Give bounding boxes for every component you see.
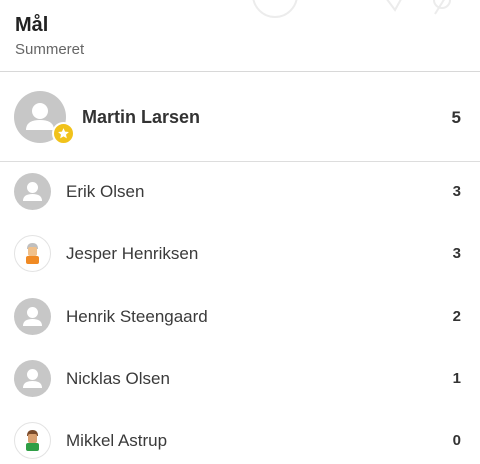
list-item[interactable]: Mikkel Astrup 0 [0, 410, 480, 464]
default-avatar-icon [14, 298, 51, 335]
player-name: Nicklas Olsen [66, 369, 170, 388]
player-value: 3 [452, 183, 461, 200]
player-value: 3 [452, 245, 461, 262]
player-name: Henrik Steengaard [66, 307, 208, 326]
list-item[interactable]: Henrik Steengaard 2 [0, 286, 480, 348]
header-divider [0, 71, 480, 72]
player-value: 0 [452, 432, 461, 449]
default-avatar-icon [14, 360, 51, 397]
list-item[interactable]: Nicklas Olsen 1 [0, 348, 480, 410]
top-scorer-row[interactable]: Martin Larsen 5 [0, 73, 480, 161]
player-name: Jesper Henriksen [66, 244, 199, 263]
player-value: 1 [452, 370, 461, 387]
default-avatar-icon [14, 173, 51, 210]
page-title: Mål [15, 14, 49, 36]
list-item[interactable]: Jesper Henriksen 3 [0, 223, 480, 285]
top-scorer-value: 5 [451, 108, 461, 127]
sports-decoration-icon [252, 0, 451, 18]
star-icon [52, 122, 75, 145]
player-name: Erik Olsen [66, 182, 145, 201]
player-avatar-icon [14, 422, 51, 459]
header: Mål Summeret [0, 0, 480, 72]
player-value: 2 [452, 308, 461, 325]
player-avatar-icon [14, 235, 51, 272]
list-item[interactable]: Erik Olsen 3 [0, 161, 480, 223]
top-scorer-name: Martin Larsen [82, 107, 201, 127]
page-subtitle: Summeret [15, 41, 85, 58]
player-name: Mikkel Astrup [66, 431, 168, 450]
